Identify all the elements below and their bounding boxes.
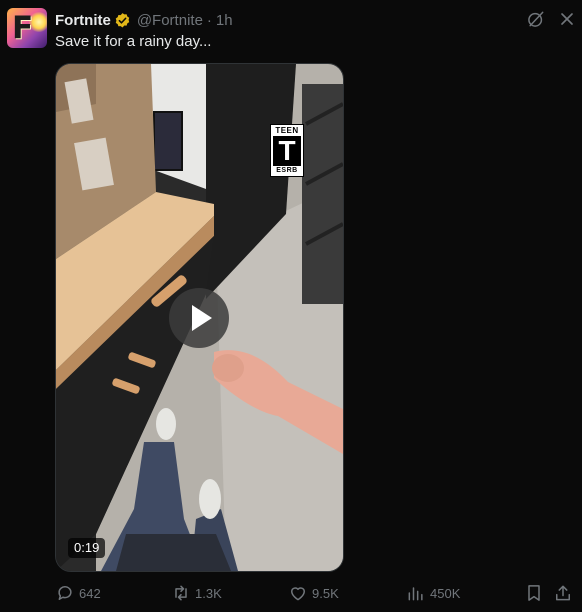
repost-icon [175, 585, 187, 601]
action-bar: 642 1.3K 9.5K 450K [0, 580, 582, 606]
verified-badge-icon [115, 12, 130, 28]
bookmark-icon [528, 585, 540, 601]
author-name[interactable]: Fortnite [55, 12, 111, 29]
avatar-logo-letter: F [12, 10, 34, 46]
like-icon [291, 587, 305, 601]
reply-icon [58, 586, 72, 600]
video-duration: 0:19 [68, 538, 106, 558]
reply-button[interactable]: 642 [55, 580, 101, 606]
video-player[interactable]: TEEN T ESRB 0:19 [55, 63, 344, 572]
play-icon [192, 305, 212, 331]
timestamp[interactable]: 1h [216, 12, 233, 29]
reply-count: 642 [79, 585, 101, 601]
tweet-text: Save it for a rainy day... [55, 33, 212, 50]
rating-letter: T [273, 136, 301, 166]
rating-bottom-text: ESRB [276, 167, 298, 174]
play-button[interactable] [169, 288, 229, 348]
repost-count: 1.3K [195, 585, 222, 601]
avatar[interactable]: F [7, 8, 47, 48]
esrb-rating-badge: TEEN T ESRB [270, 124, 304, 177]
views-count: 450K [430, 585, 461, 601]
author-handle[interactable]: @Fortnite [137, 12, 203, 29]
separator-dot: · [206, 11, 212, 29]
like-button[interactable]: 9.5K [288, 580, 339, 606]
like-count: 9.5K [312, 585, 339, 601]
share-icon [556, 585, 570, 601]
grok-icon[interactable] [526, 9, 546, 29]
more-icon[interactable] [557, 9, 577, 29]
views-icon [408, 587, 423, 601]
bookmark-button[interactable] [524, 580, 544, 606]
tweet[interactable]: F Fortnite @Fortnite · 1h Save it for a … [0, 0, 582, 612]
views-button[interactable]: 450K [406, 580, 460, 606]
tweet-header: Fortnite @Fortnite · 1h [55, 10, 233, 30]
share-button[interactable] [553, 580, 573, 606]
repost-button[interactable]: 1.3K [171, 580, 222, 606]
